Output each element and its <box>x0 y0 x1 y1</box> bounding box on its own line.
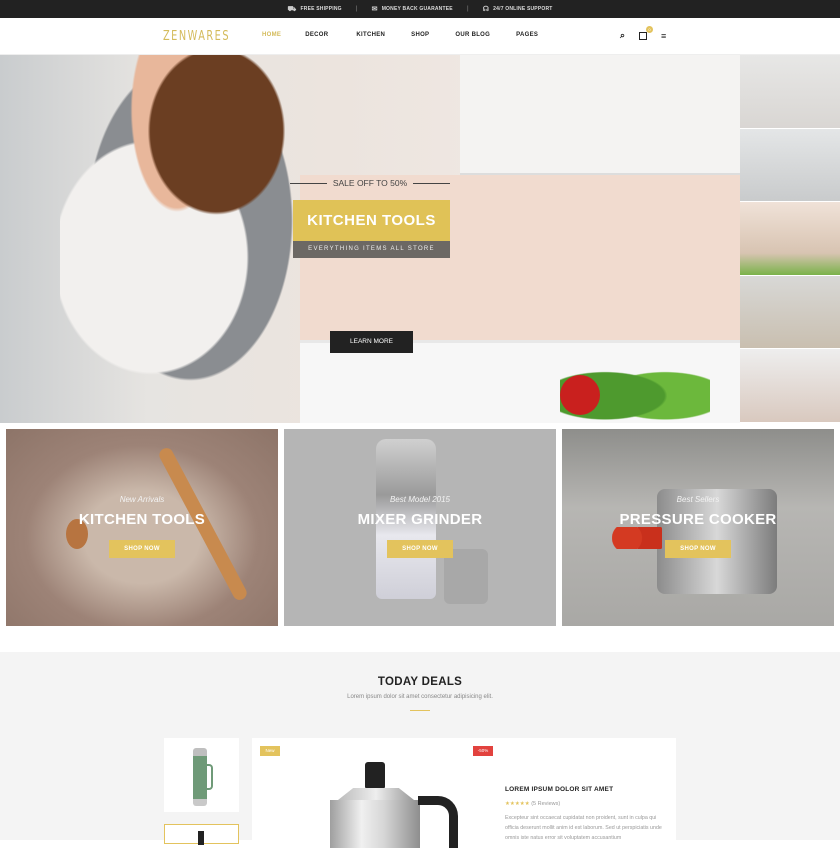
pot-handle <box>418 796 458 848</box>
support-label: 24/7 ONLINE SUPPORT <box>493 6 553 12</box>
banner-kitchen-tools[interactable]: New Arrivals KITCHEN TOOLS SHOP NOW <box>6 429 278 626</box>
banner-mixer-grinder[interactable]: Best Model 2015 MIXER GRINDER SHOP NOW <box>284 429 556 626</box>
free-shipping-item: ⛟ FREE SHIPPING <box>287 5 341 14</box>
banner-pressure-cooker[interactable]: Best Sellers PRESSURE COOKER SHOP NOW <box>562 429 834 626</box>
banner-title: MIXER GRINDER <box>357 511 483 528</box>
hero-pepper <box>560 375 600 415</box>
hero-pretitle-text: SALE OFF TO 50% <box>332 178 408 188</box>
hero-subtitle: EVERYTHING ITEMS ALL STORE <box>293 241 450 258</box>
shop-now-button[interactable]: SHOP NOW <box>665 540 731 558</box>
thermos-image <box>193 748 207 806</box>
product-image <box>198 831 204 845</box>
divider <box>413 182 451 184</box>
main-nav: HOME DECOR KITCHEN SHOP OUR BLOG PAGES <box>262 32 538 38</box>
title-underline <box>410 710 430 711</box>
product-description: Excepteur sint occaecat cupidatat non pr… <box>505 815 662 841</box>
hero-slider: SALE OFF TO 50% KITCHEN TOOLS EVERYTHING… <box>0 55 740 423</box>
star-icons: ★★★★★ <box>505 801 530 807</box>
divider: | <box>355 6 358 12</box>
section-description: Lorem ipsum dolor sit amet consectetur a… <box>347 694 493 700</box>
shop-now-button[interactable]: SHOP NOW <box>387 540 453 558</box>
free-shipping-label: FREE SHIPPING <box>300 6 342 12</box>
deal-product-card: New -50% LOREM IPSUM DOLOR SIT AMET ★★★★… <box>252 738 676 848</box>
banner-subtitle: Best Sellers <box>676 495 720 504</box>
banner-subtitle: Best Model 2015 <box>389 495 451 504</box>
nav-home[interactable]: HOME <box>262 32 281 38</box>
menu-icon[interactable]: ≡ <box>661 31 666 41</box>
hero-cabinet <box>460 55 740 175</box>
divider <box>290 182 327 184</box>
nav-pages[interactable]: PAGES <box>516 32 538 38</box>
cart-count-badge: 0 <box>646 25 654 33</box>
moka-pot-image[interactable] <box>308 762 468 848</box>
cart-button[interactable]: 0 <box>639 25 654 41</box>
shopping-bag-icon <box>639 31 648 40</box>
pot-lid <box>338 788 414 800</box>
learn-more-button[interactable]: LEARN MORE <box>330 331 413 353</box>
new-badge: New <box>260 746 280 756</box>
thermos-handle <box>207 764 213 790</box>
pot-knob <box>365 762 385 788</box>
review-count[interactable]: (5 Reviews) <box>531 801 560 807</box>
headset-icon: ☊ <box>482 6 490 13</box>
product-rating: ★★★★★ (5 Reviews) <box>505 801 560 807</box>
slide-thumbnail[interactable] <box>740 55 840 129</box>
divider: | <box>466 6 469 12</box>
discount-badge: -50% <box>473 746 493 756</box>
slide-thumbnail[interactable] <box>740 275 840 350</box>
slide-thumbnail[interactable] <box>740 349 840 423</box>
support-item: ☊ 24/7 ONLINE SUPPORT <box>483 5 553 13</box>
shop-now-button[interactable]: SHOP NOW <box>109 540 175 558</box>
money-icon: ✉ <box>371 6 378 13</box>
top-info-bar: ⛟ FREE SHIPPING | ✉ MONEY BACK GUARANTEE… <box>0 0 840 18</box>
pot-body <box>330 800 420 848</box>
nav-shop[interactable]: SHOP <box>411 32 429 38</box>
header-actions: ⌕ 0 ≡ <box>620 25 666 41</box>
section-title: TODAY DEALS <box>377 676 463 688</box>
today-deals-section: TODAY DEALS Lorem ipsum dolor sit amet c… <box>0 652 840 848</box>
tomatoes-image <box>612 527 662 549</box>
hero-title: KITCHEN TOOLS <box>293 200 450 241</box>
site-header: ZENWARES HOME DECOR KITCHEN SHOP OUR BLO… <box>0 18 840 55</box>
truck-icon: ⛟ <box>287 5 297 13</box>
hero-pretitle: SALE OFF TO 50% <box>290 178 451 188</box>
nav-our-blog[interactable]: OUR BLOG <box>455 32 490 38</box>
banner-title: PRESSURE COOKER <box>619 511 777 528</box>
product-thumbnail[interactable] <box>164 738 239 812</box>
search-icon[interactable]: ⌕ <box>620 30 625 41</box>
hero-person-hair <box>140 55 310 245</box>
category-banners: New Arrivals KITCHEN TOOLS SHOP NOW Best… <box>6 429 834 627</box>
logo[interactable]: ZENWARES <box>163 29 230 44</box>
banner-title: KITCHEN TOOLS <box>78 511 206 528</box>
hero-thumbnail-strip <box>740 55 840 423</box>
money-back-label: MONEY BACK GUARANTEE <box>381 6 453 12</box>
banner-subtitle: New Arrivals <box>119 495 165 504</box>
product-name[interactable]: LOREM IPSUM DOLOR SIT AMET <box>505 786 613 793</box>
slide-thumbnail[interactable] <box>740 128 840 203</box>
product-thumbnail-selected[interactable] <box>164 824 239 845</box>
nav-kitchen[interactable]: KITCHEN <box>356 32 385 38</box>
money-back-item: ✉ MONEY BACK GUARANTEE <box>372 5 453 13</box>
slide-thumbnail[interactable] <box>740 202 840 276</box>
nav-decor[interactable]: DECOR <box>305 32 328 38</box>
